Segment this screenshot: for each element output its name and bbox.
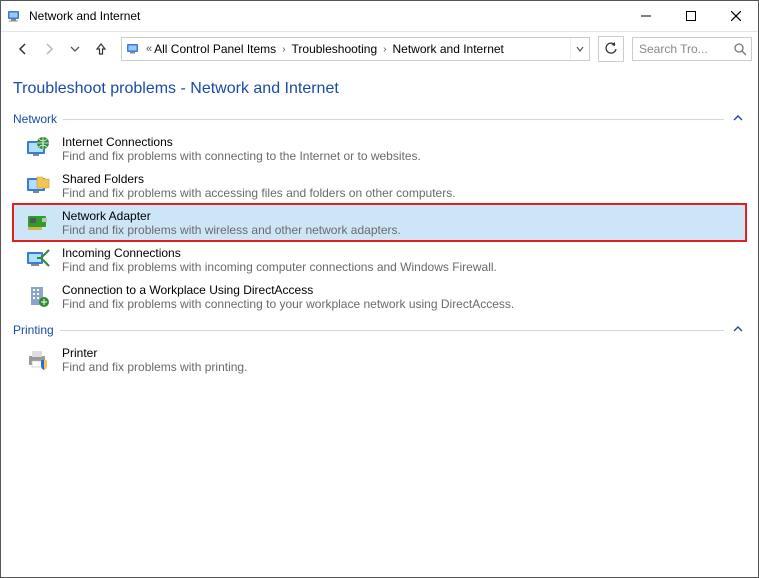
address-bar[interactable]: « All Control Panel Items › Troubleshoot…	[121, 37, 590, 61]
title-bar: Network and Internet	[1, 1, 758, 32]
collapse-icon[interactable]	[730, 324, 746, 337]
page-title: Troubleshoot problems - Network and Inte…	[13, 80, 746, 98]
forward-button[interactable]	[37, 37, 61, 61]
printer-shield-icon	[24, 345, 52, 373]
item-desc: Find and fix problems with wireless and …	[62, 223, 401, 237]
control-panel-window: Network and Internet	[0, 0, 759, 578]
up-button[interactable]	[89, 37, 113, 61]
minimize-button[interactable]	[623, 1, 668, 31]
section: Printing Printer Find and fix problems w…	[13, 323, 746, 378]
close-button[interactable]	[713, 1, 758, 31]
item-title: Printer	[62, 346, 247, 360]
item-title: Incoming Connections	[62, 246, 497, 260]
search-input[interactable]	[637, 41, 733, 57]
search-box[interactable]	[632, 37, 752, 61]
breadcrumb-overflow[interactable]: «	[146, 43, 152, 55]
item-title: Shared Folders	[62, 172, 456, 186]
troubleshooter-item-network-adapter[interactable]: Network Adapter Find and fix problems wi…	[13, 204, 746, 241]
item-title: Network Adapter	[62, 209, 401, 223]
breadcrumb-item[interactable]: Troubleshooting	[292, 42, 378, 56]
section-items: Printer Find and fix problems with print…	[13, 341, 746, 378]
building-icon	[24, 282, 52, 310]
troubleshooter-item-internet-connections[interactable]: Internet Connections Find and fix proble…	[13, 130, 746, 167]
globe-monitor-icon	[24, 134, 52, 162]
section-label: Printing	[13, 323, 54, 337]
collapse-icon[interactable]	[730, 113, 746, 126]
control-panel-icon	[7, 8, 23, 24]
item-desc: Find and fix problems with accessing fil…	[62, 186, 456, 200]
address-dropdown[interactable]	[570, 38, 589, 60]
item-title: Connection to a Workplace Using DirectAc…	[62, 283, 514, 297]
refresh-button[interactable]	[598, 36, 624, 62]
item-desc: Find and fix problems with incoming comp…	[62, 260, 497, 274]
control-panel-icon	[126, 41, 142, 57]
item-title: Internet Connections	[62, 135, 421, 149]
divider	[60, 330, 724, 331]
chevron-right-icon: ›	[282, 44, 285, 55]
section-items: Internet Connections Find and fix proble…	[13, 130, 746, 315]
window-title: Network and Internet	[29, 9, 623, 23]
breadcrumb-item[interactable]: Network and Internet	[393, 42, 504, 56]
folder-monitor-icon	[24, 171, 52, 199]
incoming-icon	[24, 245, 52, 273]
breadcrumb-item[interactable]: All Control Panel Items	[154, 42, 276, 56]
troubleshooter-item-incoming-connections[interactable]: Incoming Connections Find and fix proble…	[13, 241, 746, 278]
recent-locations-button[interactable]	[63, 37, 87, 61]
troubleshooter-item-directaccess[interactable]: Connection to a Workplace Using DirectAc…	[13, 278, 746, 315]
back-button[interactable]	[11, 37, 35, 61]
section-label: Network	[13, 112, 57, 126]
content-pane: Troubleshoot problems - Network and Inte…	[1, 66, 758, 577]
nic-card-icon	[24, 208, 52, 236]
section-header[interactable]: Network	[13, 112, 746, 126]
item-desc: Find and fix problems with connecting to…	[62, 149, 421, 163]
breadcrumb: « All Control Panel Items › Troubleshoot…	[146, 42, 570, 56]
window-controls	[623, 1, 758, 31]
section: Network Internet Connections Find and fi…	[13, 112, 746, 315]
chevron-right-icon: ›	[383, 44, 386, 55]
item-desc: Find and fix problems with connecting to…	[62, 297, 514, 311]
divider	[63, 119, 724, 120]
item-desc: Find and fix problems with printing.	[62, 360, 247, 374]
maximize-button[interactable]	[668, 1, 713, 31]
troubleshooter-item-shared-folders[interactable]: Shared Folders Find and fix problems wit…	[13, 167, 746, 204]
search-icon	[733, 42, 747, 56]
section-header[interactable]: Printing	[13, 323, 746, 337]
navigation-bar: « All Control Panel Items › Troubleshoot…	[1, 32, 758, 66]
troubleshooter-item-printer[interactable]: Printer Find and fix problems with print…	[13, 341, 746, 378]
